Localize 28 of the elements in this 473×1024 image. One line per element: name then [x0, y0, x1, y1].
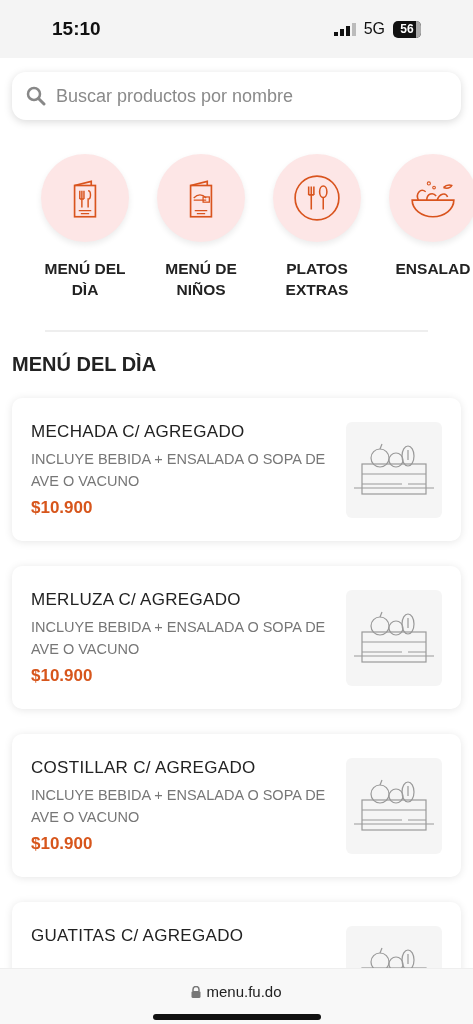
product-description: INCLUYE BEBIDA + ENSALADA O SOPA DE AVE O VACUNO — [31, 786, 327, 827]
product-card[interactable]: GUATITAS C/ AGREGADO — [12, 902, 461, 968]
home-indicator[interactable] — [152, 1013, 321, 1020]
product-name: MECHADA C/ AGREGADO — [31, 422, 246, 442]
product-name: GUATITAS C/ AGREGADO — [31, 926, 245, 946]
product-card[interactable]: COSTILLAR C/ AGREGADO INCLUYE BEBIDA + ENSALADA O SOPA DE AVE O VACUNO $10.900 — [12, 734, 461, 877]
product-price: $10.900 — [31, 497, 94, 519]
network-label: 5G — [363, 19, 385, 39]
product-price: $10.900 — [31, 833, 94, 855]
product-card[interactable]: MECHADA C/ AGREGADO INCLUYE BEBIDA + ENSALADA O SOPA DE AVE O VACUNO $10.900 — [12, 398, 461, 541]
lock-icon — [191, 986, 202, 999]
battery-icon: 56 — [393, 20, 421, 38]
product-price: $10.900 — [31, 665, 94, 687]
status-time: 15:10 — [52, 16, 101, 41]
signal-icon — [333, 22, 356, 36]
category-label[interactable]: MENÚ DE NIÑOS — [151, 258, 251, 300]
category-label[interactable]: ENSALAD — [383, 258, 473, 279]
category-label[interactable]: MENÚ DEL DÌA — [35, 258, 135, 300]
fork-spoon-icon — [292, 173, 342, 223]
product-name: MERLUZA C/ AGREGADO — [31, 590, 242, 610]
product-card[interactable]: MERLUZA C/ AGREGADO INCLUYE BEBIDA + ENSALADA O SOPA DE AVE O VACUNO $10.900 — [12, 566, 461, 709]
category-label[interactable]: PLATOS EXTRAS — [267, 258, 367, 300]
product-description: INCLUYE BEBIDA + ENSALADA O SOPA DE AVE O VACUNO — [31, 450, 327, 491]
url-text[interactable]: menu.fu.do — [206, 981, 282, 1004]
product-name: COSTILLAR C/ AGREGADO — [31, 758, 257, 778]
search-field[interactable]: Buscar productos por nombre — [12, 72, 461, 120]
section-title: MENÚ DEL DÌA — [12, 352, 158, 376]
product-description: INCLUYE BEBIDA + ENSALADA O SOPA DE AVE O VACUNO — [31, 618, 327, 659]
